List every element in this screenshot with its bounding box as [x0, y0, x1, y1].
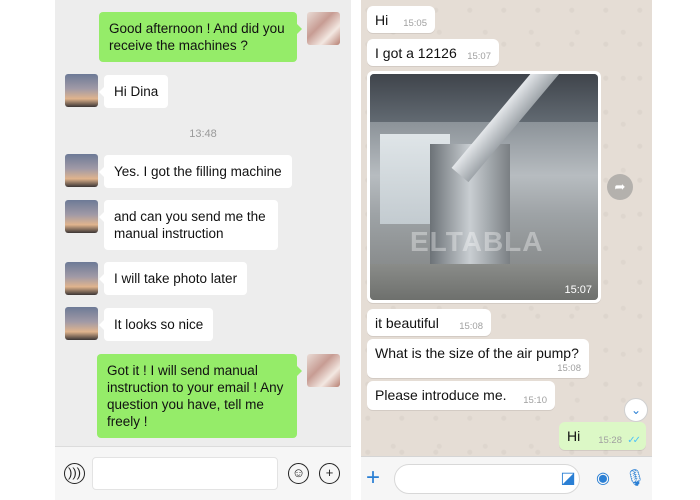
- message-bubble-incoming[interactable]: I will take photo later: [98, 262, 248, 295]
- message-time: 15:08: [557, 363, 581, 374]
- avatar[interactable]: [307, 12, 340, 45]
- message-text: Got it ! I will send manual instruction …: [107, 363, 284, 429]
- message-time: 15:08: [459, 321, 483, 332]
- plus-circle-icon[interactable]: +: [319, 463, 340, 484]
- message-time: 15:07: [564, 284, 592, 296]
- avatar[interactable]: [65, 200, 98, 233]
- message-bubble-incoming[interactable]: Please introduce me. 15:10: [367, 381, 555, 410]
- avatar[interactable]: [65, 262, 98, 295]
- message-bubble-incoming[interactable]: It looks so nice: [98, 308, 214, 341]
- message-bubble-incoming[interactable]: Yes. I got the filling machine: [99, 155, 292, 188]
- message-bubble-incoming[interactable]: Hi 15:05: [367, 6, 435, 33]
- avatar[interactable]: [65, 154, 98, 187]
- plus-icon[interactable]: +: [366, 463, 380, 493]
- message-text: Good afternoon ! And did you receive the…: [109, 21, 285, 53]
- message-text: Hi Dina: [114, 84, 159, 99]
- message-text: I got a 12126: [375, 45, 457, 61]
- message-bubble-incoming[interactable]: and can you send me the manual instructi…: [99, 200, 278, 250]
- message-bubble-outgoing[interactable]: Good afternoon ! And did you receive the…: [99, 12, 302, 62]
- watermark-text: ELTABLA: [410, 226, 544, 257]
- avatar[interactable]: [65, 307, 98, 340]
- message-input[interactable]: [92, 457, 278, 490]
- wechat-conversation: Good afternoon ! And did you receive the…: [55, 0, 351, 500]
- message-input-bar: + ◪ ◉ 🎙: [361, 456, 652, 500]
- message-text: Yes. I got the filling machine: [114, 164, 282, 179]
- message-text: What is the size of the air pump?: [375, 345, 579, 361]
- message-time: 15:05: [403, 18, 427, 29]
- message-text: I will take photo later: [114, 271, 238, 286]
- whatsapp-conversation: Hi 15:05 I got a 12126 15:07 ELTABLA 15:…: [361, 0, 652, 500]
- message-time: 15:07: [467, 51, 491, 62]
- read-receipt-icon: ✓✓: [627, 435, 641, 446]
- forward-icon[interactable]: ➦: [607, 174, 633, 200]
- message-bubble-incoming[interactable]: it beautiful 15:08: [367, 309, 491, 336]
- avatar[interactable]: [65, 74, 98, 107]
- message-bubble-incoming[interactable]: I got a 12126 15:07: [367, 39, 499, 66]
- message-text: and can you send me the manual instructi…: [114, 209, 266, 241]
- avatar[interactable]: [307, 354, 340, 387]
- emoji-icon[interactable]: ☺: [288, 463, 309, 484]
- chat-timestamp: 13:48: [189, 128, 217, 140]
- scroll-down-icon[interactable]: ⌄: [624, 398, 648, 422]
- message-bubble-incoming[interactable]: Hi Dina: [98, 75, 169, 108]
- message-text: Please introduce me.: [375, 387, 507, 403]
- message-bubble-outgoing[interactable]: Hi 15:28 ✓✓: [559, 422, 646, 450]
- message-input-bar: ))) ☺ +: [55, 446, 351, 500]
- message-time: 15:28: [598, 435, 622, 446]
- message-text: It looks so nice: [114, 317, 204, 332]
- voice-icon[interactable]: ))): [64, 463, 85, 484]
- sticker-icon[interactable]: ◪: [557, 468, 579, 490]
- message-text: Hi: [567, 428, 581, 444]
- message-input[interactable]: [394, 464, 580, 494]
- factory-photo[interactable]: ELTABLA 15:07: [370, 74, 598, 300]
- microphone-icon[interactable]: 🎙: [624, 468, 646, 490]
- photo-message[interactable]: ELTABLA 15:07: [367, 71, 601, 303]
- message-bubble-outgoing[interactable]: Got it ! I will send manual instruction …: [97, 354, 302, 438]
- message-time: 15:10: [523, 395, 547, 406]
- message-bubble-incoming[interactable]: What is the size of the air pump? 15:08: [367, 339, 589, 378]
- photo-roof: [370, 74, 598, 122]
- message-text: it beautiful: [375, 315, 439, 331]
- message-text: Hi: [375, 12, 389, 28]
- camera-icon[interactable]: ◉: [592, 468, 614, 490]
- screenshot-stage: Good afternoon ! And did you receive the…: [0, 0, 700, 500]
